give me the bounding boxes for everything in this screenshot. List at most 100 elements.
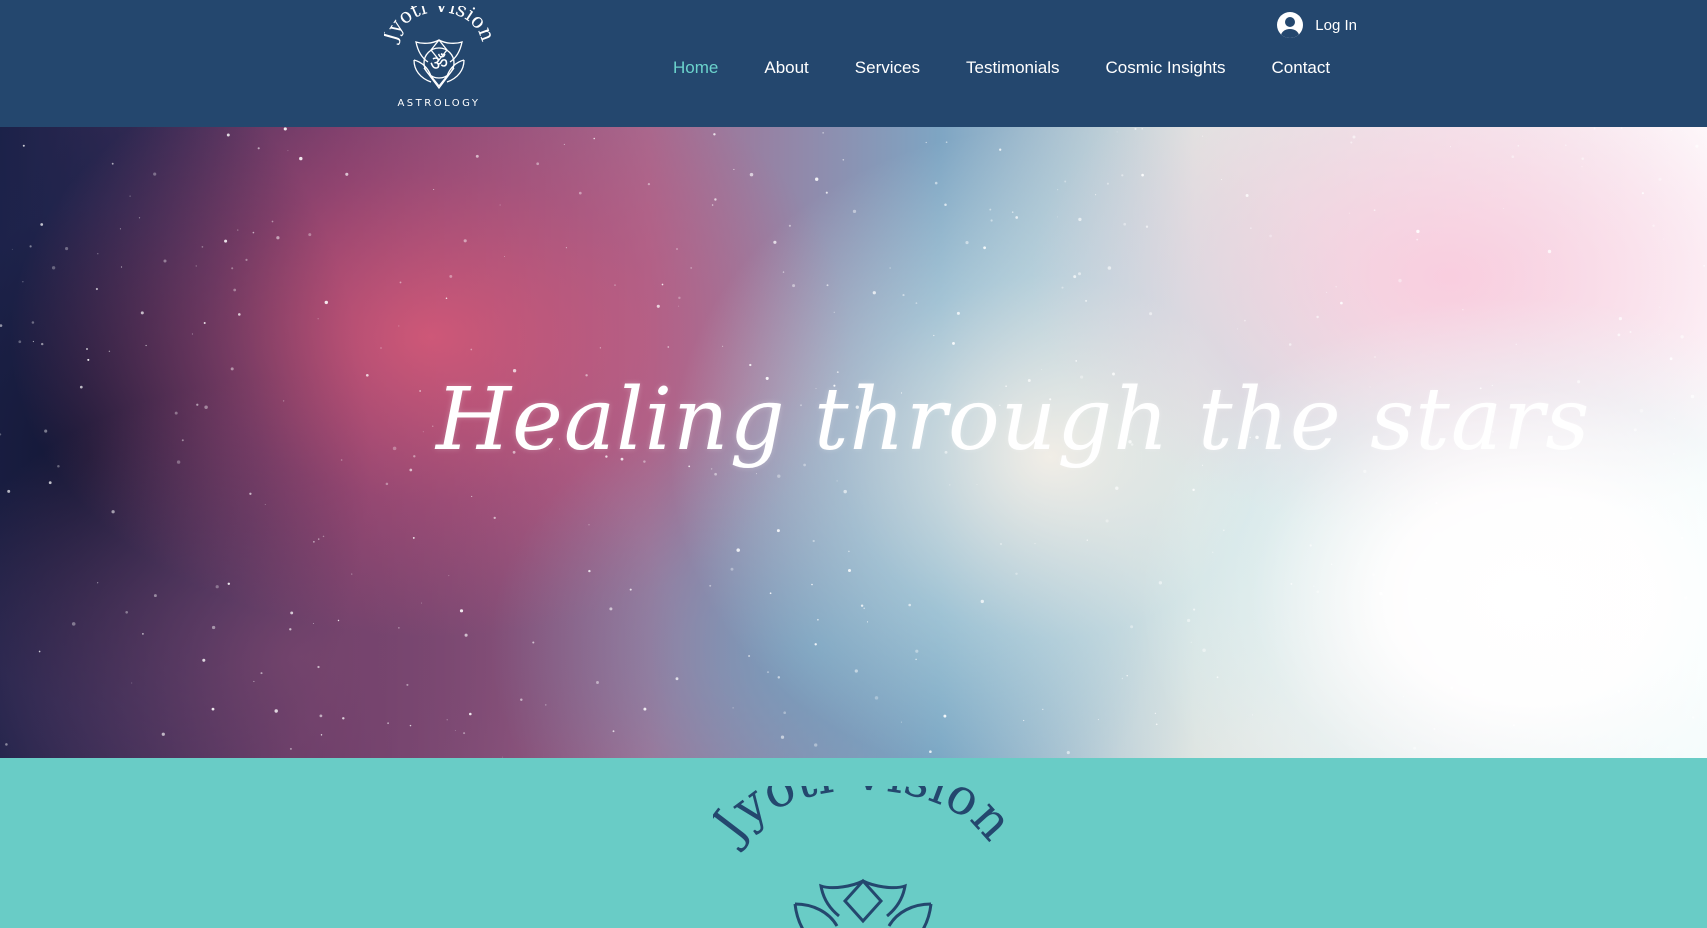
star <box>44 429 48 433</box>
star <box>1670 531 1673 534</box>
star <box>282 400 285 402</box>
star <box>1042 708 1044 711</box>
star <box>201 246 204 248</box>
star <box>1202 135 1204 137</box>
star <box>264 503 266 506</box>
star <box>142 633 144 635</box>
star <box>317 665 320 669</box>
star <box>1015 216 1019 219</box>
star <box>129 195 131 197</box>
star <box>289 747 292 750</box>
star <box>766 671 770 674</box>
star <box>1107 266 1112 270</box>
star <box>1471 485 1473 488</box>
star <box>536 162 540 166</box>
star <box>1015 572 1018 576</box>
star <box>1250 227 1252 229</box>
star <box>1186 618 1191 623</box>
star <box>1703 264 1706 267</box>
star <box>933 334 935 337</box>
star <box>464 633 468 637</box>
star <box>1663 238 1665 240</box>
star <box>1618 316 1623 321</box>
nav-item-home[interactable]: Home <box>673 58 718 78</box>
star <box>420 602 423 604</box>
star <box>260 672 263 675</box>
star <box>714 198 717 201</box>
star <box>290 611 294 615</box>
star <box>629 588 632 591</box>
site-logo[interactable]: Jyoti Vision ॐ ASTROLOGY <box>384 6 494 116</box>
star <box>755 473 757 475</box>
star <box>87 358 90 361</box>
star <box>18 340 22 344</box>
star <box>593 137 595 140</box>
star <box>345 172 349 176</box>
brand-section: Jyoti Vision <box>0 758 1707 928</box>
star <box>1659 333 1661 335</box>
star <box>588 524 590 526</box>
star <box>929 750 932 753</box>
section-brand-text: Jyoti Vision <box>713 786 1013 855</box>
star <box>776 529 780 533</box>
star <box>230 367 234 371</box>
star <box>1617 689 1620 693</box>
star <box>1097 719 1099 721</box>
nav-item-cosmic-insights[interactable]: Cosmic Insights <box>1106 58 1226 78</box>
star <box>274 709 278 713</box>
star <box>1695 144 1699 148</box>
star <box>1149 312 1153 316</box>
star <box>365 373 369 377</box>
star <box>612 730 615 733</box>
nav-item-about[interactable]: About <box>764 58 808 78</box>
star <box>1105 519 1109 523</box>
star <box>980 599 984 604</box>
star <box>1358 563 1360 565</box>
star <box>125 610 129 614</box>
star <box>769 592 772 595</box>
hero-title: Healing through the stars <box>436 370 1591 470</box>
star <box>459 609 464 613</box>
star <box>1086 539 1088 541</box>
star <box>780 735 785 739</box>
login-label: Log In <box>1315 16 1357 34</box>
star <box>732 707 734 709</box>
star <box>614 284 616 286</box>
star <box>1313 585 1315 588</box>
star <box>406 683 409 686</box>
star <box>1066 751 1070 755</box>
nav-item-services[interactable]: Services <box>855 58 920 78</box>
star <box>1659 306 1661 308</box>
login-button[interactable]: Log In <box>1277 12 1357 38</box>
star <box>1085 299 1088 302</box>
nav-item-testimonials[interactable]: Testimonials <box>966 58 1060 78</box>
star <box>678 305 680 307</box>
star <box>1593 127 1596 130</box>
star <box>1158 581 1163 585</box>
star <box>422 431 424 433</box>
star <box>276 236 280 240</box>
star <box>337 619 340 622</box>
star <box>449 274 453 278</box>
star <box>822 132 824 134</box>
star <box>249 492 252 495</box>
om-lotus-icon: Jyoti Vision ॐ <box>384 6 494 90</box>
star <box>1564 144 1567 147</box>
nav-item-contact[interactable]: Contact <box>1272 58 1331 78</box>
star <box>211 625 216 630</box>
star <box>656 304 660 308</box>
star <box>643 707 647 711</box>
star <box>470 348 473 351</box>
star <box>1106 182 1109 185</box>
star <box>1023 719 1025 722</box>
star <box>812 539 815 543</box>
star <box>1633 428 1637 432</box>
star <box>1350 141 1353 144</box>
star <box>138 217 141 219</box>
star <box>676 248 678 250</box>
star <box>777 676 781 679</box>
star <box>588 569 591 573</box>
logo-subtitle: ASTROLOGY <box>397 98 481 109</box>
star <box>153 172 157 176</box>
star <box>196 403 199 406</box>
